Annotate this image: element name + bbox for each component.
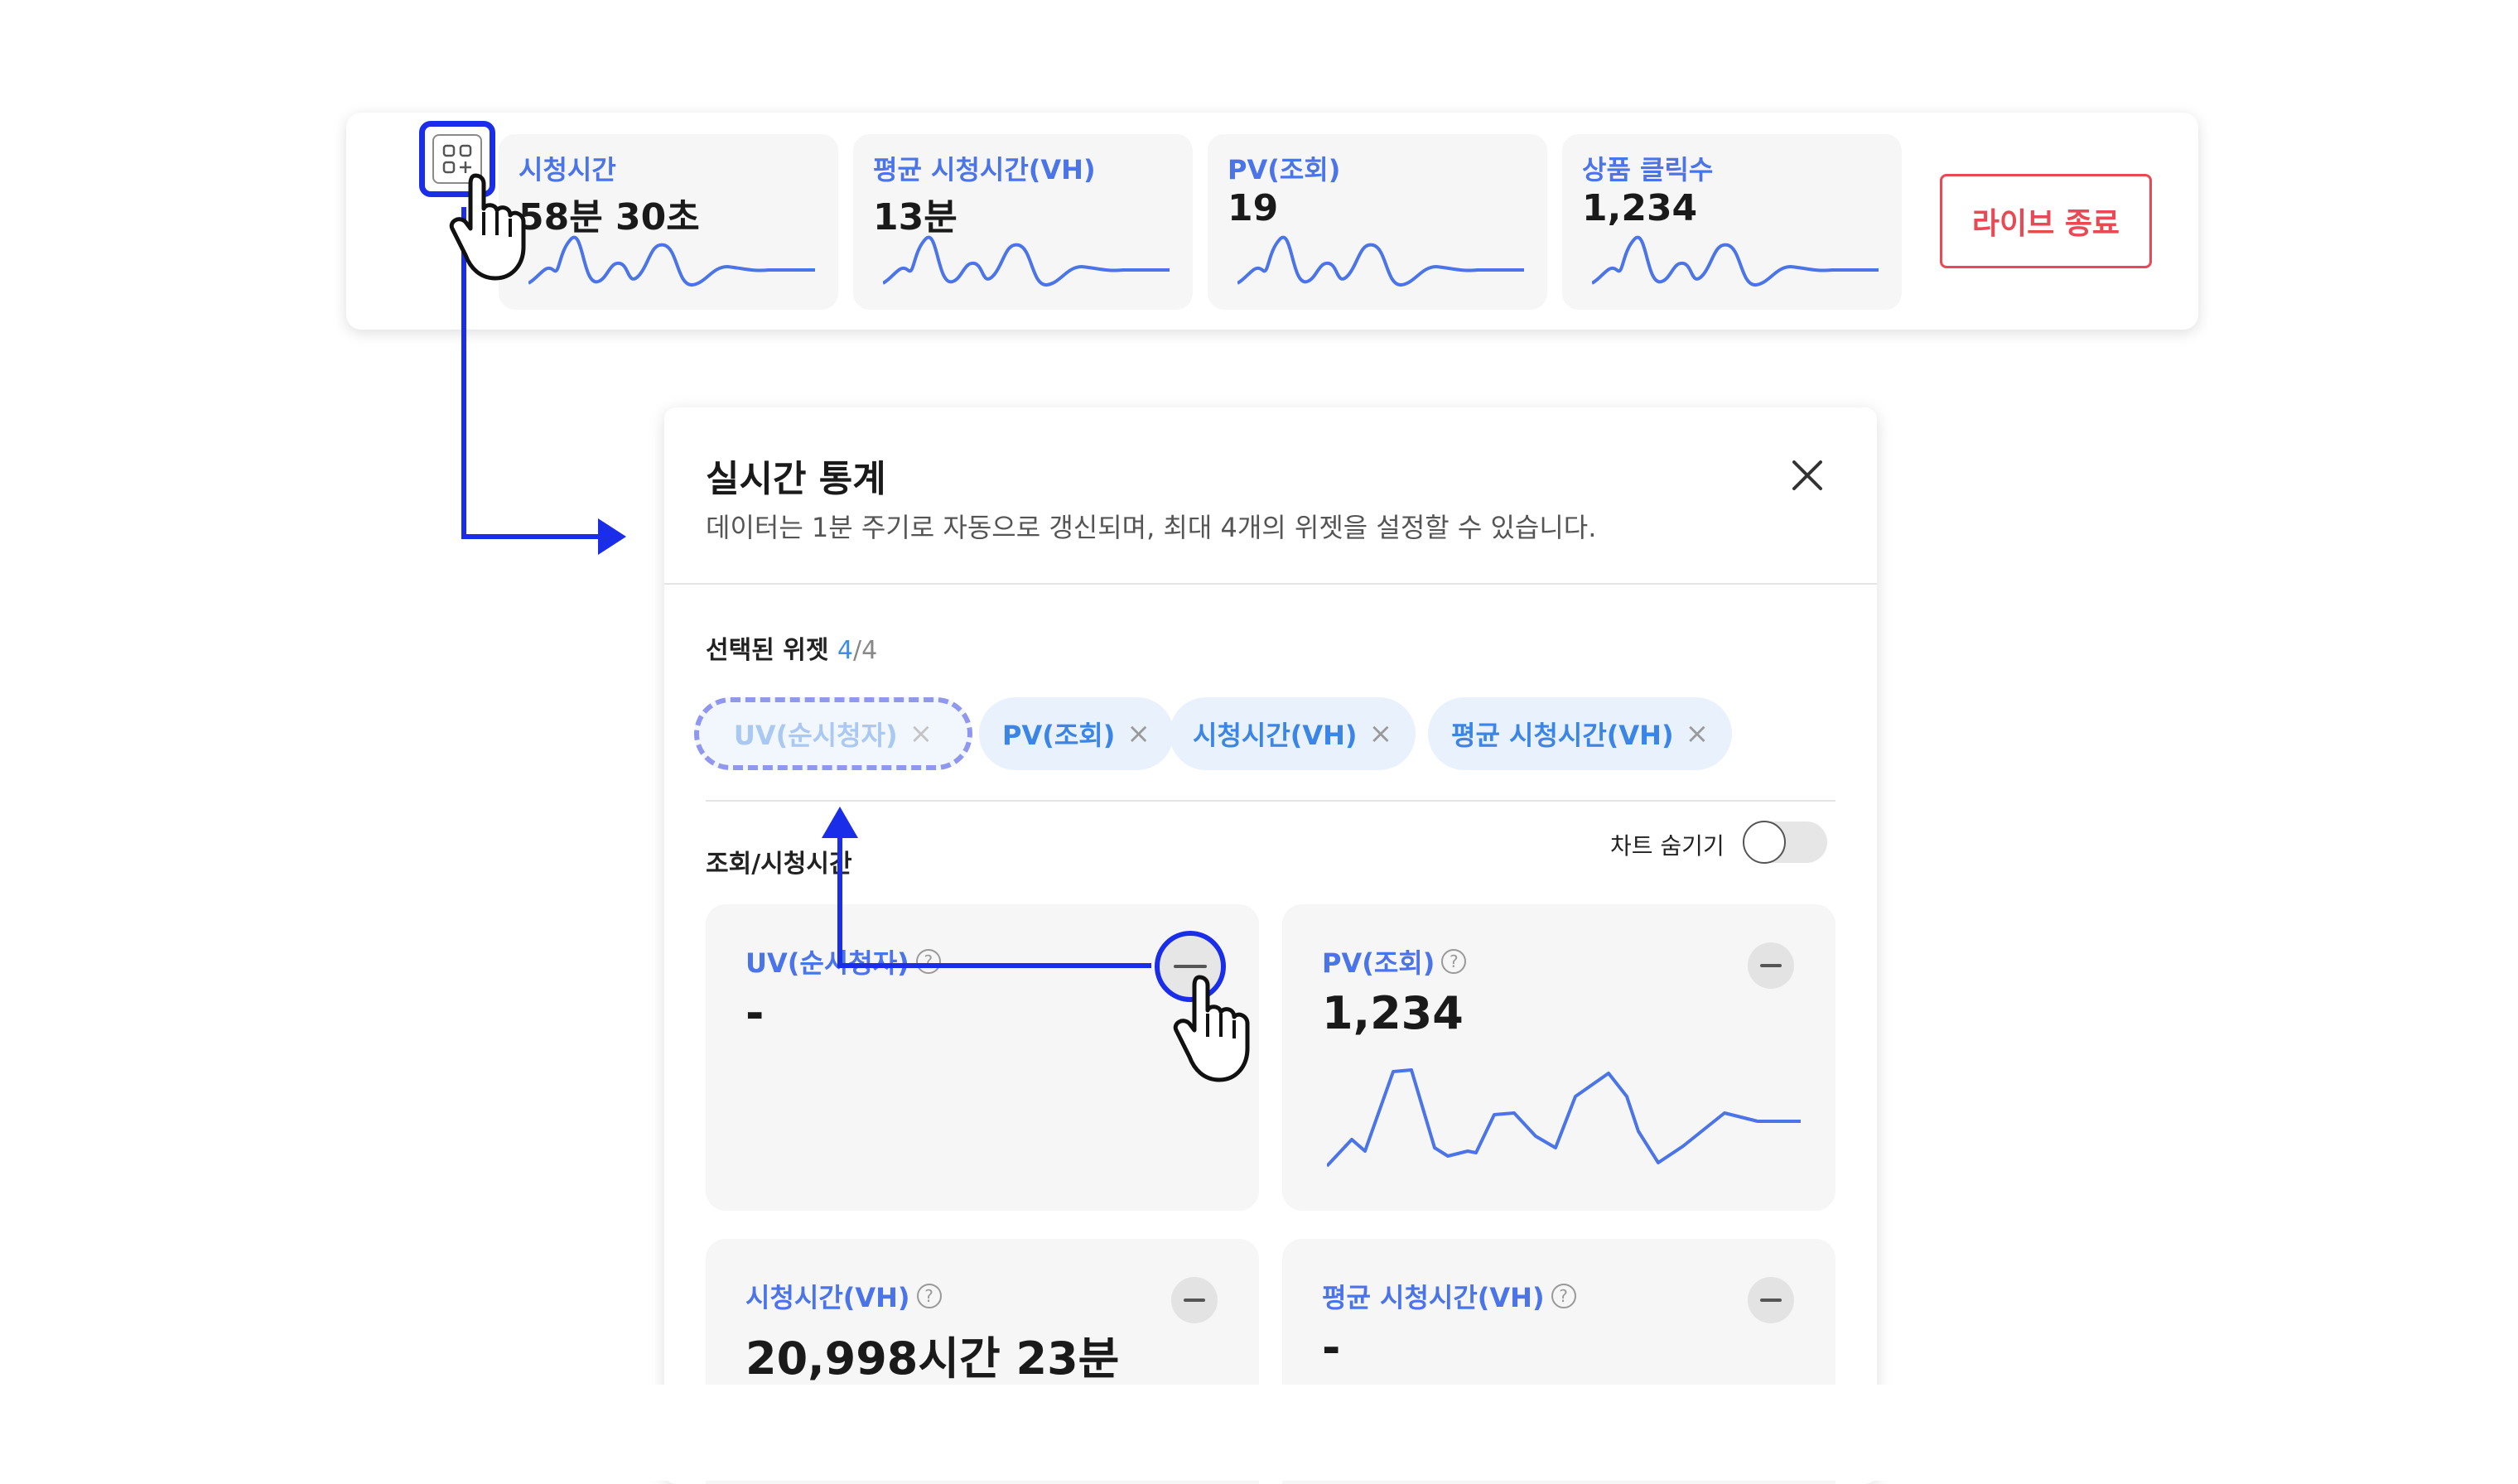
chip-remove-icon[interactable]: ×	[1126, 717, 1150, 750]
help-icon[interactable]: ?	[1441, 949, 1467, 974]
minus-icon	[1174, 965, 1207, 968]
minus-icon	[1760, 964, 1782, 967]
widget-value: -	[745, 987, 765, 1039]
sparkline	[883, 235, 1170, 287]
stat-label: PV(조회)	[1228, 154, 1341, 186]
stat-value: 13분	[873, 196, 958, 238]
selected-widgets-label: 선택된 위젯 4/4	[706, 629, 877, 666]
chip-remove-icon[interactable]: ×	[909, 717, 933, 750]
chip-label: 시청시간(VH)	[1193, 720, 1358, 751]
chip-uv-removed[interactable]: UV(순시청자) ×	[694, 697, 972, 770]
stat-card-product-clicks: 상품 클릭수 1,234	[1562, 134, 1902, 310]
widget-value: -	[1322, 1322, 1341, 1374]
remove-widget-button[interactable]	[1155, 931, 1226, 1002]
widget-label: 평균 시청시간(VH) ?	[1322, 1277, 1576, 1315]
chip-label: PV(조회)	[1002, 720, 1116, 751]
widget-label: PV(조회) ?	[1322, 942, 1467, 980]
chip-label: 평균 시청시간(VH)	[1451, 720, 1674, 751]
help-icon[interactable]: ?	[1551, 1284, 1576, 1308]
widget-card-uv: UV(순시청자) ? -	[706, 904, 1259, 1211]
widget-label-text: 시청시간(VH)	[745, 1282, 910, 1313]
bottom-fade	[0, 1385, 2518, 1481]
help-icon[interactable]: ?	[916, 1284, 942, 1308]
live-stats-bar: 시청시간 58분 30초 평균 시청시간(VH) 13분 PV(조회) 19 상…	[346, 113, 2198, 330]
close-button[interactable]	[1782, 450, 1832, 500]
chip-remove-icon[interactable]: ×	[1369, 717, 1393, 750]
widget-label: 시청시간(VH) ?	[745, 1277, 942, 1315]
section-label: 조회/시청시간	[706, 850, 852, 879]
hide-chart-toggle[interactable]	[1743, 821, 1827, 864]
realtime-stats-modal: 실시간 통계 데이터는 1분 주기로 자동으로 갱신되며, 최대 4개의 위젯을…	[664, 407, 1877, 1484]
widget-settings-button[interactable]	[419, 121, 495, 197]
close-icon	[1792, 460, 1822, 490]
widget-label: UV(순시청자) ?	[745, 942, 941, 980]
remove-widget-button[interactable]	[1171, 1277, 1218, 1323]
stat-card-pv: PV(조회) 19	[1208, 134, 1547, 310]
widget-add-icon	[432, 134, 482, 184]
widget-chart	[1327, 1068, 1801, 1168]
widget-label-text: UV(순시청자)	[745, 947, 909, 979]
chip-avg-watch-time[interactable]: 평균 시청시간(VH) ×	[1428, 697, 1733, 770]
modal-title: 실시간 통계	[706, 458, 886, 500]
widget-label-text: 평균 시청시간(VH)	[1322, 1282, 1545, 1313]
stat-value: 58분 30초	[519, 196, 700, 238]
chip-label: UV(순시청자)	[733, 720, 898, 751]
stat-label: 평균 시청시간(VH)	[873, 154, 1096, 186]
stat-value: 19	[1228, 187, 1279, 229]
sparkline	[528, 235, 815, 287]
chip-pv[interactable]: PV(조회) ×	[979, 697, 1174, 770]
sparkline	[1592, 235, 1879, 287]
hide-chart-label: 차트 숨기기	[1610, 832, 1724, 860]
stat-card-avg-watch-time: 평균 시청시간(VH) 13분	[853, 134, 1193, 310]
toggle-knob	[1743, 821, 1786, 864]
stat-value: 1,234	[1582, 187, 1698, 229]
minus-icon	[1184, 1298, 1205, 1302]
chip-remove-icon[interactable]: ×	[1686, 717, 1710, 750]
remove-widget-button[interactable]	[1748, 1277, 1794, 1323]
widget-value: 1,234	[1322, 987, 1464, 1039]
minus-icon	[1760, 1298, 1782, 1302]
widget-value: 20,998시간 23분	[745, 1332, 1120, 1385]
stat-card-watch-time: 시청시간 58분 30초	[499, 134, 838, 310]
divider	[664, 583, 1877, 585]
widget-label-text: PV(조회)	[1322, 947, 1435, 979]
modal-description: 데이터는 1분 주기로 자동으로 갱신되며, 최대 4개의 위젯을 설정할 수 …	[706, 512, 1597, 543]
divider	[706, 800, 1835, 802]
widget-card-pv: PV(조회) ? 1,234	[1282, 904, 1835, 1211]
selected-widgets-title: 선택된 위젯	[706, 636, 829, 665]
chip-watch-time[interactable]: 시청시간(VH) ×	[1170, 697, 1416, 770]
stat-label: 시청시간	[519, 154, 616, 186]
selected-count: 4	[837, 636, 853, 665]
remove-widget-button[interactable]	[1748, 942, 1794, 989]
selected-total: /4	[853, 636, 878, 665]
end-live-button[interactable]: 라이브 종료	[1940, 174, 2152, 268]
stat-label: 상품 클릭수	[1582, 154, 1714, 186]
help-icon[interactable]: ?	[915, 949, 941, 974]
sparkline	[1237, 235, 1524, 287]
